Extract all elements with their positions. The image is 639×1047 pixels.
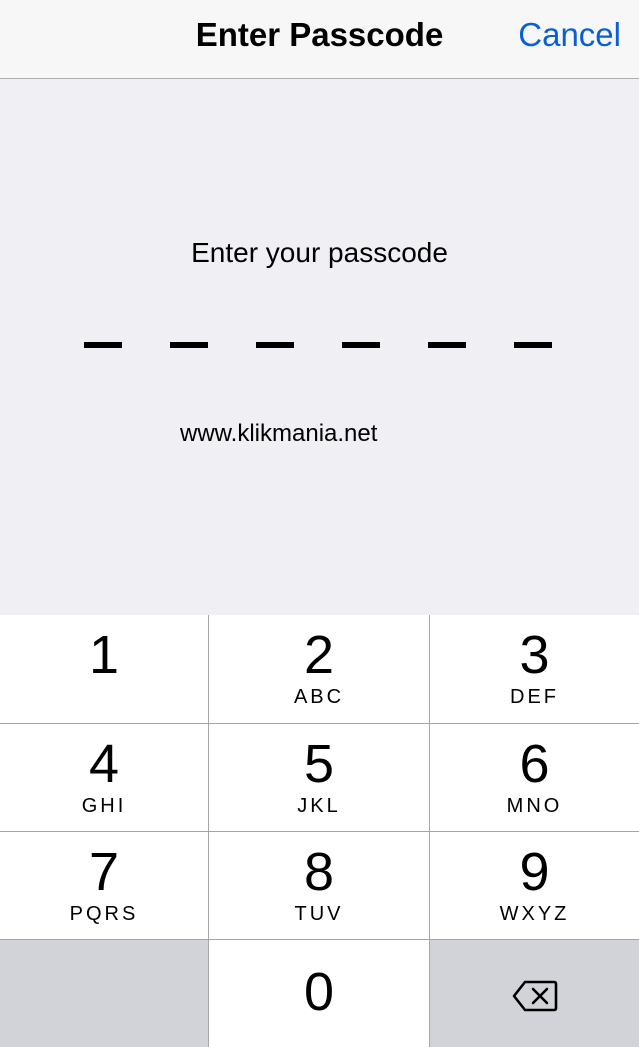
empty-key [0, 940, 208, 1047]
key-digit: 1 [88, 625, 120, 685]
key-digit: 5 [303, 734, 335, 794]
key-5[interactable]: 5 JKL [209, 724, 429, 831]
backspace-icon [512, 980, 558, 1012]
passcode-slot-4 [342, 342, 380, 348]
key-2[interactable]: 2 ABC [209, 615, 429, 723]
key-digit: 6 [519, 734, 550, 794]
key-digit: 0 [303, 962, 335, 1022]
key-letters: ABC [293, 686, 345, 708]
key-0[interactable]: 0 [209, 940, 429, 1047]
key-6[interactable]: 6 MNO [430, 724, 639, 831]
key-letters: WXYZ [499, 903, 570, 925]
key-letters: DEF [510, 686, 559, 708]
passcode-area: Enter your passcode www.klikmania.net [0, 79, 639, 615]
key-digit: 4 [88, 734, 120, 794]
key-letters: JKL [297, 795, 341, 817]
delete-button[interactable] [430, 940, 639, 1047]
key-4[interactable]: 4 GHI [0, 724, 208, 831]
keypad-divider [0, 939, 639, 940]
key-1[interactable]: 1 [0, 615, 208, 723]
key-digit: 3 [519, 625, 550, 685]
key-letters: TUV [294, 903, 344, 925]
key-3[interactable]: 3 DEF [430, 615, 639, 723]
key-digit: 7 [88, 842, 120, 902]
passcode-slot-6 [514, 342, 552, 348]
passcode-slot-5 [428, 342, 466, 348]
number-keypad: 1 2 ABC 3 DEF 4 GHI 5 JKL 6 MNO 7 PQRS 8… [0, 615, 639, 1047]
key-letters: PQRS [69, 903, 139, 925]
passcode-dots [84, 342, 556, 350]
nav-bar: Enter Passcode Cancel [0, 0, 639, 79]
passcode-slot-2 [170, 342, 208, 348]
cancel-button[interactable]: Cancel [518, 14, 621, 56]
passcode-slot-1 [84, 342, 122, 348]
key-9[interactable]: 9 WXYZ [430, 832, 639, 939]
keypad-divider [0, 723, 639, 724]
passcode-slot-3 [256, 342, 294, 348]
key-digit: 2 [303, 625, 335, 685]
key-8[interactable]: 8 TUV [209, 832, 429, 939]
keypad-divider [0, 831, 639, 832]
key-digit: 8 [303, 842, 335, 902]
key-7[interactable]: 7 PQRS [0, 832, 208, 939]
watermark-text: www.klikmania.net [180, 420, 378, 447]
key-letters: GHI [81, 795, 127, 817]
passcode-prompt: Enter your passcode [191, 237, 448, 268]
key-digit: 9 [519, 842, 550, 902]
key-letters: MNO [506, 795, 563, 817]
